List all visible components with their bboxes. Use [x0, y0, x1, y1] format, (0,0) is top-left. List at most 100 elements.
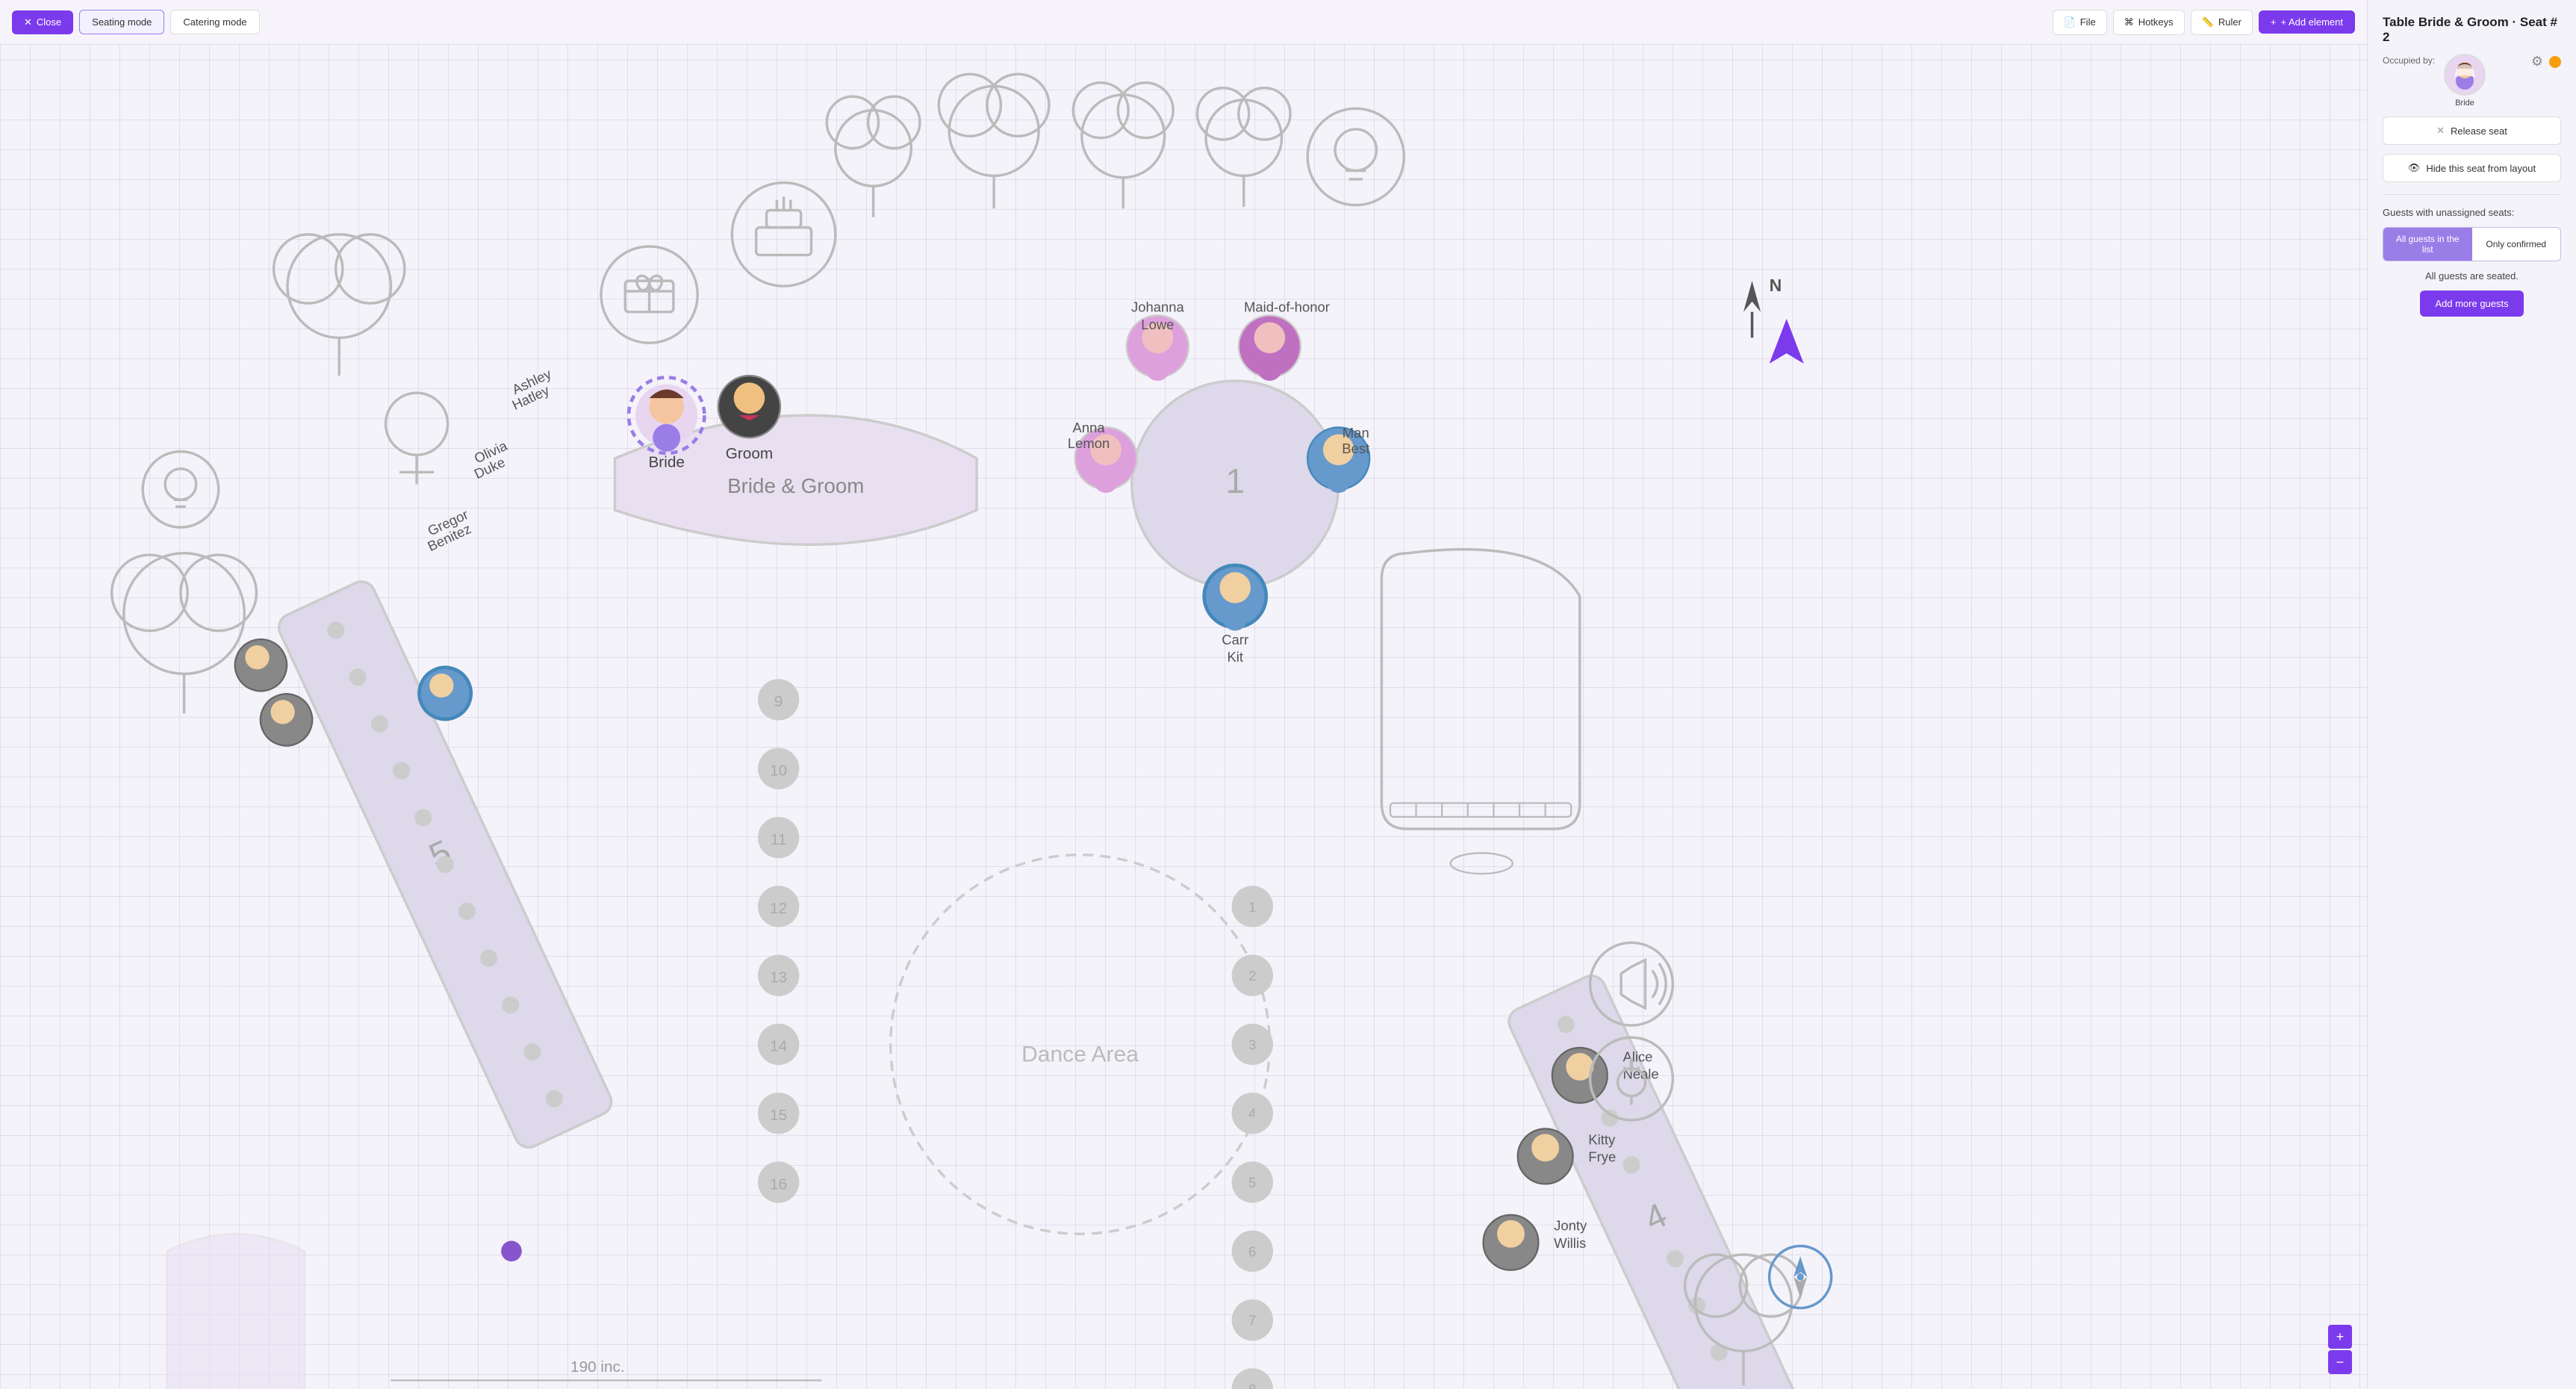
svg-text:10: 10	[770, 762, 787, 779]
lightbulb-left	[143, 452, 219, 528]
tree-decoration-1	[827, 96, 920, 217]
lightbulb-icon	[1307, 108, 1404, 205]
close-icon: ✕	[24, 16, 32, 28]
svg-text:Man: Man	[1343, 425, 1369, 441]
sidebar: Table Bride & Groom · Seat # 2 Occupied …	[2367, 0, 2576, 1389]
zoom-controls: + −	[2328, 1325, 2352, 1374]
svg-text:Kit: Kit	[1227, 649, 1243, 665]
guests-unassigned-label: Guests with unassigned seats:	[2383, 207, 2561, 218]
occupied-guest: Bride	[2444, 54, 2486, 108]
occupied-by-label: Occupied by:	[2383, 54, 2435, 67]
groom-seat[interactable]: Groom	[718, 376, 780, 462]
ruler-button[interactable]: 📏 Ruler	[2191, 10, 2253, 35]
eye-off-icon: 👁	[2408, 162, 2421, 174]
johanna-seat[interactable]: Johanna Lowe	[1127, 299, 1189, 381]
seat-dots-center: 9 10 11 12 13 14 15 16	[758, 679, 799, 1203]
table-1[interactable]: 1	[1132, 381, 1339, 588]
tree-left-2	[386, 393, 448, 484]
occupied-icons: ⚙	[2531, 54, 2561, 69]
svg-text:Groom: Groom	[726, 445, 773, 462]
svg-text:Maid-of-honor: Maid-of-honor	[1244, 299, 1330, 315]
svg-text:14: 14	[770, 1038, 787, 1055]
svg-text:Anna: Anna	[1073, 420, 1106, 435]
add-element-button[interactable]: + + Add element	[2259, 10, 2355, 34]
close-button[interactable]: ✕ Close	[12, 10, 73, 34]
section-divider	[2383, 194, 2561, 195]
filter-tabs: All guests in the list Only confirmed	[2383, 227, 2561, 261]
tree-left-1	[274, 234, 405, 376]
settings-icon-button[interactable]: ⚙	[2531, 54, 2543, 69]
svg-text:2: 2	[1248, 968, 1256, 984]
guest-avatar	[2444, 54, 2486, 96]
dance-area-label: Dance Area	[1021, 1042, 1139, 1067]
status-dot	[2549, 56, 2561, 68]
tree-decoration-3	[1073, 83, 1173, 208]
zoom-out-button[interactable]: −	[2328, 1350, 2352, 1374]
zoom-in-button[interactable]: +	[2328, 1325, 2352, 1349]
filter-all-button[interactable]: All guests in the list	[2383, 228, 2472, 261]
seat-dots-right: 1 2 3 4 5 6 7 8	[1232, 886, 1273, 1389]
maid-honor-seat[interactable]: Maid-of-honor	[1239, 299, 1330, 381]
svg-text:8: 8	[1248, 1382, 1256, 1389]
svg-text:Alice: Alice	[1623, 1049, 1652, 1065]
svg-text:Jonty: Jonty	[1554, 1218, 1587, 1234]
svg-text:6: 6	[1248, 1243, 1256, 1259]
plus-icon: +	[2271, 16, 2277, 28]
release-seat-button[interactable]: ✕ Release seat	[2383, 116, 2561, 145]
cake-icon	[732, 183, 835, 286]
svg-text:Bride: Bride	[648, 453, 684, 470]
x-icon: ✕	[2436, 125, 2445, 137]
svg-text:16: 16	[770, 1175, 787, 1193]
sidebar-title: Table Bride & Groom · Seat # 2	[2383, 15, 2561, 45]
filter-confirmed-button[interactable]: Only confirmed	[2472, 228, 2561, 261]
north-arrow: N	[1743, 276, 1782, 338]
hide-seat-button[interactable]: 👁 Hide this seat from layout	[2383, 154, 2561, 182]
marker-dot[interactable]	[501, 1241, 522, 1262]
svg-text:1: 1	[1225, 462, 1245, 500]
svg-text:12: 12	[770, 900, 787, 917]
bride-avatar-svg	[2447, 57, 2483, 93]
catering-mode-button[interactable]: Catering mode	[170, 10, 259, 34]
svg-text:Willis: Willis	[1554, 1235, 1586, 1251]
svg-text:Lemon: Lemon	[1068, 435, 1110, 451]
file-icon: 📄	[2064, 16, 2076, 28]
canvas-content: Bride & Groom Bride Groom	[0, 45, 2367, 1389]
jonty-seat[interactable]: Jonty Willis	[1484, 1215, 1587, 1270]
occupied-section: Occupied by: Bride ⚙	[2383, 54, 2561, 108]
tree-left-3	[112, 553, 257, 714]
toolbar: ✕ Close Seating mode Catering mode 📄 Fil…	[0, 0, 2367, 45]
svg-text:5: 5	[1248, 1175, 1256, 1190]
svg-text:15: 15	[770, 1107, 787, 1124]
svg-text:Carr: Carr	[1222, 632, 1248, 647]
tree-decoration-2	[939, 74, 1049, 208]
piano	[1381, 550, 1579, 874]
hotkeys-icon: ⌘	[2124, 16, 2134, 28]
tree-decoration-4	[1197, 88, 1290, 207]
decoration-bottom-left	[167, 1234, 305, 1389]
svg-text:Frye: Frye	[1588, 1149, 1616, 1164]
svg-text:9: 9	[774, 693, 783, 710]
navigate-icon[interactable]	[1770, 319, 1804, 364]
add-more-guests-button[interactable]: Add more guests	[2420, 290, 2523, 317]
measure-text: 190 inc.	[570, 1358, 625, 1376]
svg-text:Best: Best	[1342, 441, 1369, 456]
floor-plan-svg: Bride & Groom Bride Groom	[0, 45, 2367, 1389]
bride-groom-label: Bride & Groom	[727, 474, 864, 497]
seating-mode-button[interactable]: Seating mode	[79, 10, 164, 34]
carr-seat[interactable]: Carr Kit	[1204, 565, 1266, 665]
gift-icon	[601, 246, 697, 343]
svg-text:Lowe: Lowe	[1141, 317, 1174, 332]
canvas-area: ✕ Close Seating mode Catering mode 📄 Fil…	[0, 0, 2367, 1389]
svg-text:3: 3	[1248, 1037, 1256, 1052]
table-5[interactable]: 5	[275, 577, 616, 1152]
svg-text:Johanna: Johanna	[1131, 299, 1185, 315]
svg-text:11: 11	[771, 831, 787, 848]
svg-text:Kitty: Kitty	[1588, 1131, 1616, 1147]
hotkeys-button[interactable]: ⌘ Hotkeys	[2113, 10, 2185, 35]
svg-text:1: 1	[1248, 899, 1256, 915]
svg-text:N: N	[1770, 276, 1782, 295]
ruler-icon: 📏	[2202, 16, 2214, 28]
anna-seat[interactable]: Anna Lemon	[1068, 420, 1137, 493]
file-button[interactable]: 📄 File	[2053, 10, 2107, 35]
all-seated-message: All guests are seated.	[2383, 270, 2561, 282]
